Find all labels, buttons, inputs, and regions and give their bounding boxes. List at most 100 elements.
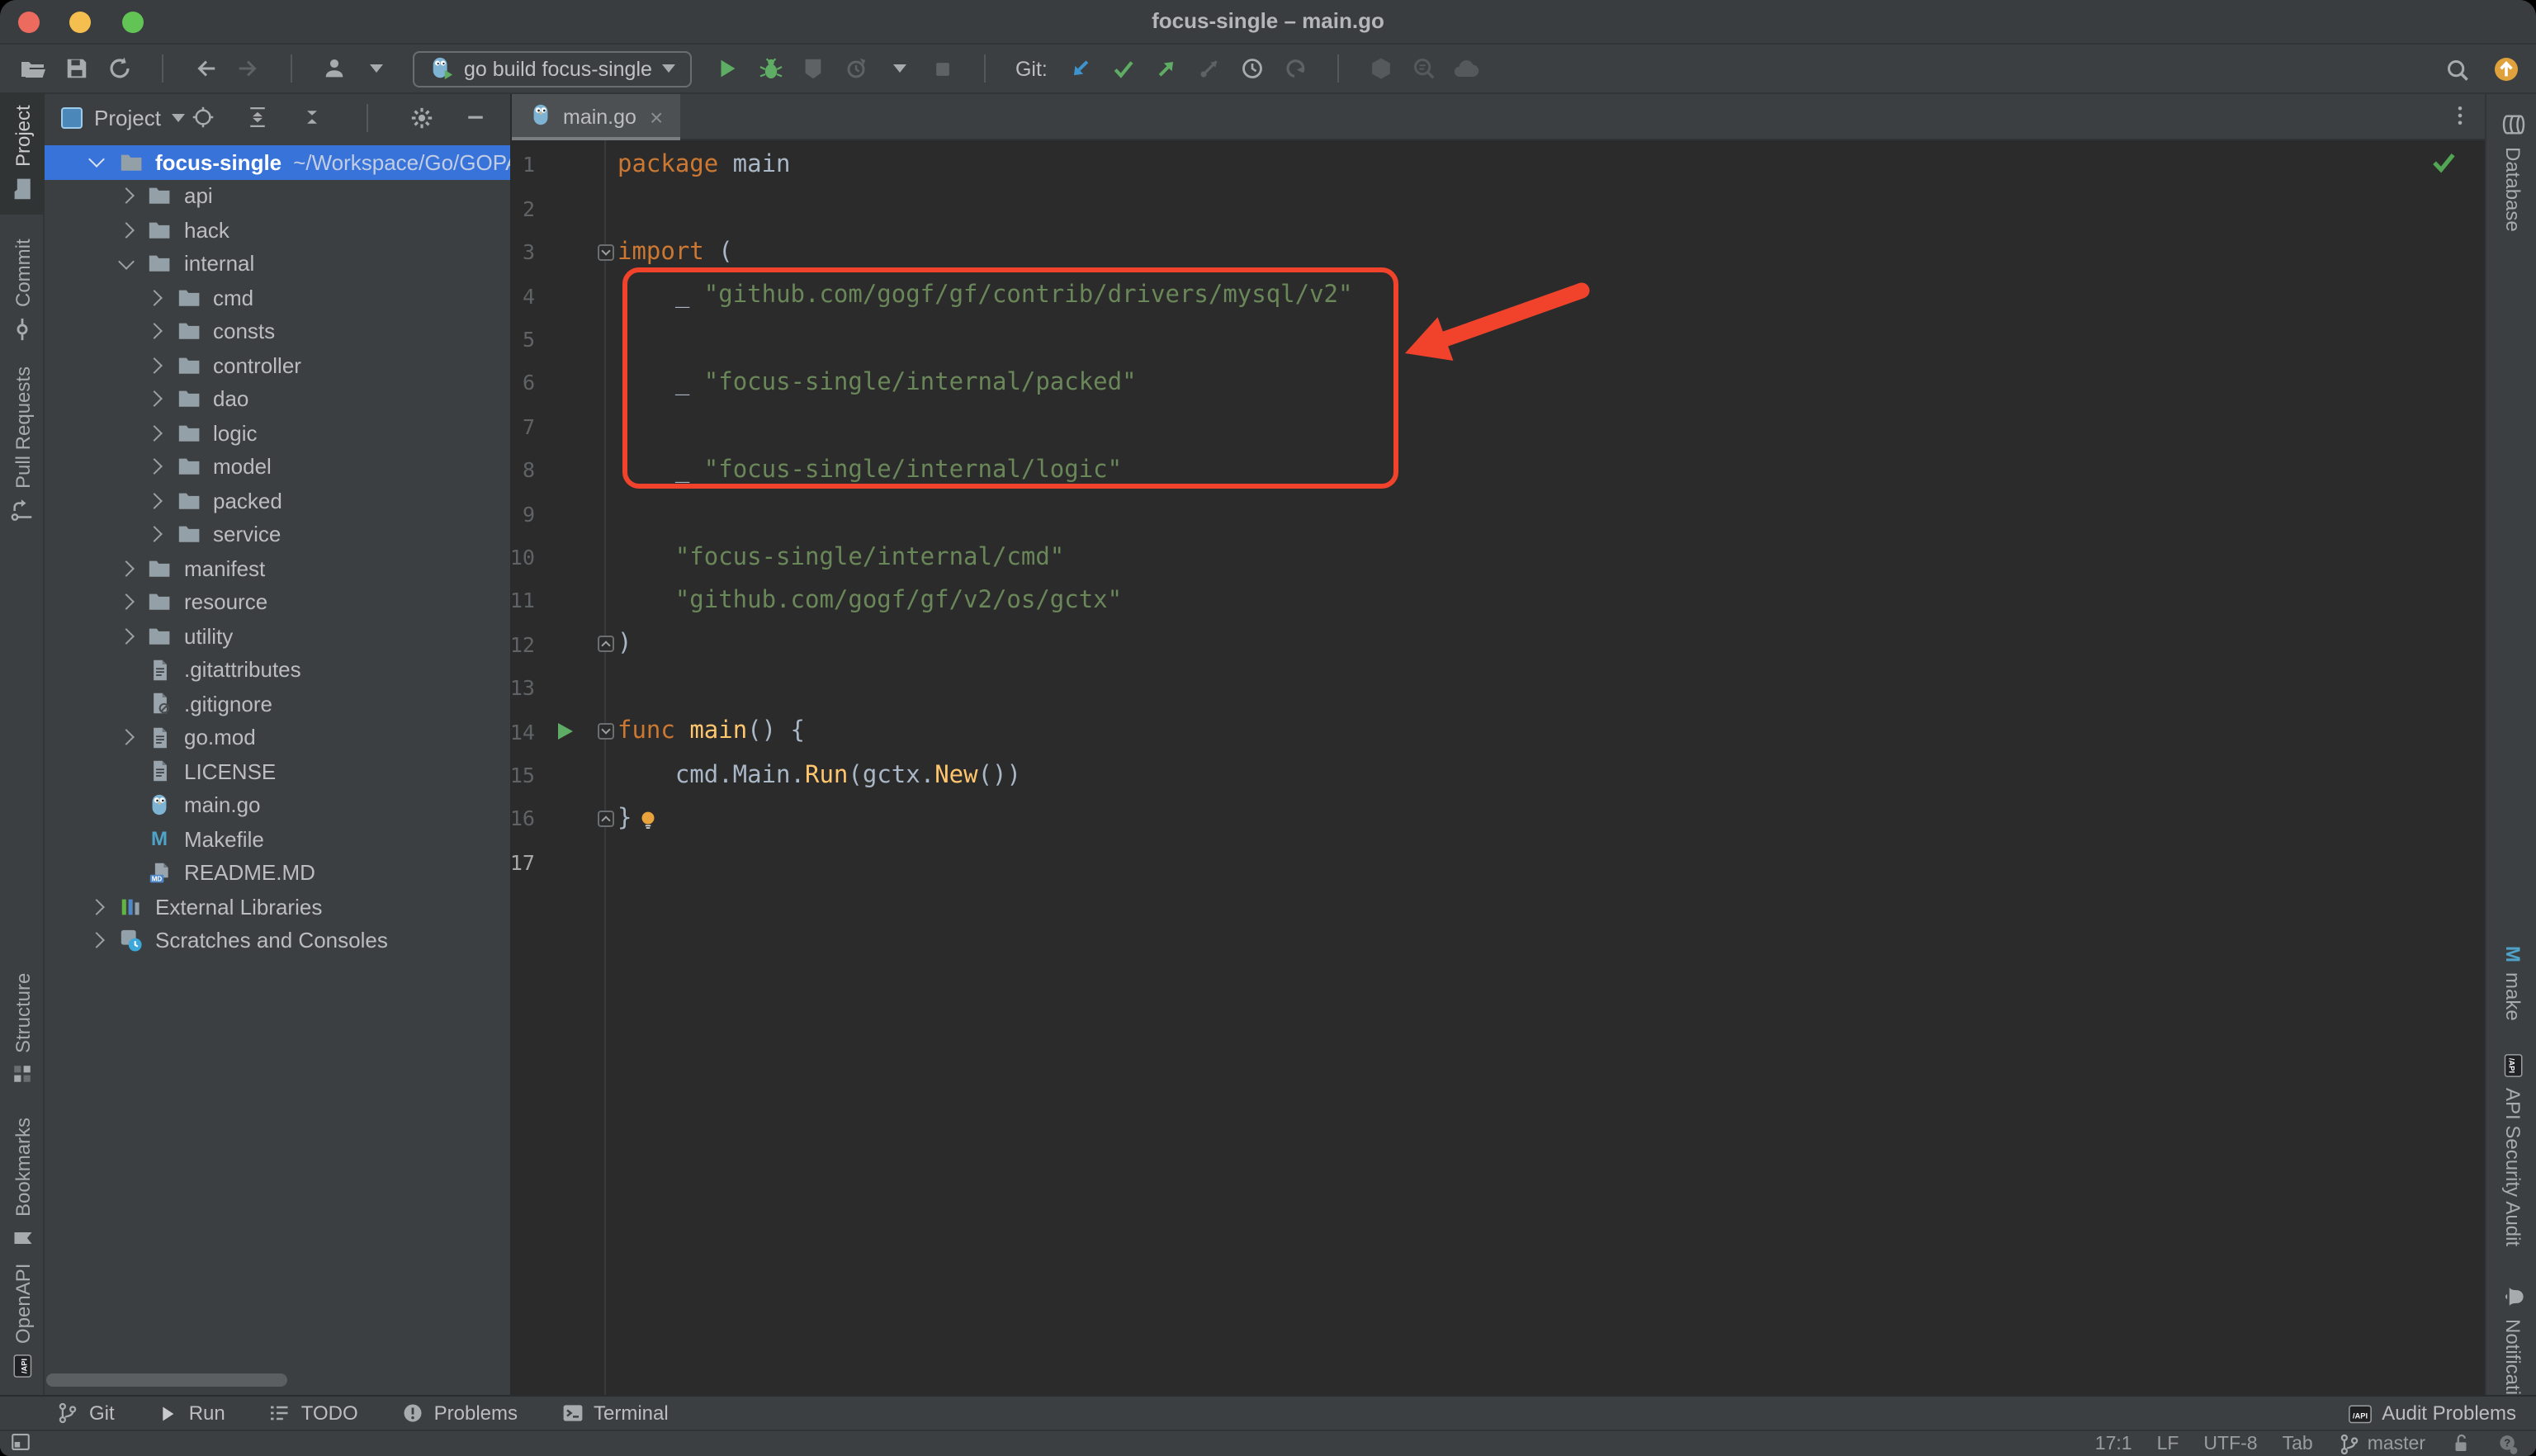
line-number[interactable]: 17 (505, 850, 535, 875)
line-number[interactable]: 2 (505, 196, 535, 221)
line-number[interactable]: 14 (505, 719, 535, 744)
code-line-1[interactable]: 1package main (512, 144, 2485, 187)
inspection-ok-check-icon[interactable] (2430, 149, 2457, 183)
chevron-right-icon[interactable] (117, 628, 134, 645)
hide-icon[interactable] (456, 99, 495, 135)
line-number[interactable]: 9 (505, 501, 535, 526)
user-icon[interactable] (314, 50, 353, 87)
line-number[interactable]: 1 (505, 153, 535, 177)
chevron-down-icon[interactable] (88, 152, 105, 168)
sync-icon[interactable] (99, 50, 139, 87)
chevron-right-icon[interactable] (146, 459, 163, 475)
chevron-right-icon[interactable] (117, 730, 134, 746)
editor-options-kebab-icon[interactable] (2448, 104, 2472, 135)
status-indent-style[interactable]: Tab (2283, 1434, 2313, 1454)
chevron-right-icon[interactable] (146, 425, 163, 442)
fold-marker-icon[interactable] (598, 811, 614, 827)
tool-window-bar-git[interactable]: Git (56, 1402, 115, 1425)
coverage-icon[interactable] (794, 50, 834, 87)
tool-window-bar-run[interactable]: Run (158, 1402, 225, 1425)
tool-window-button-database[interactable]: Database (2491, 99, 2536, 245)
line-number[interactable]: 15 (505, 763, 535, 787)
line-number[interactable]: 8 (505, 458, 535, 483)
chevron-right-icon[interactable] (146, 527, 163, 543)
tree-item-logic[interactable]: logic (45, 416, 512, 450)
gear-icon[interactable] (401, 99, 441, 135)
tree-item-focus-single[interactable]: focus-single~/Workspace/Go/GOPAT (45, 145, 512, 179)
code-line-16[interactable]: 16} (512, 797, 2485, 841)
chevron-right-icon[interactable] (117, 560, 134, 577)
tool-window-bar-terminal[interactable]: Terminal (561, 1402, 669, 1425)
tree-item-hack[interactable]: hack (45, 213, 512, 247)
search-icon[interactable] (2437, 51, 2477, 87)
code-line-9[interactable]: 9 (512, 492, 2485, 536)
line-number[interactable]: 13 (505, 676, 535, 701)
caret-down-icon[interactable] (357, 50, 396, 87)
intention-bulb-icon[interactable] (637, 809, 659, 839)
line-number[interactable]: 7 (505, 414, 535, 439)
close-tab-icon[interactable]: × (650, 104, 663, 130)
caret-down-icon[interactable] (880, 50, 920, 87)
tool-window-button-project[interactable]: Project (0, 92, 45, 215)
tool-window-bar-todo[interactable]: TODO (268, 1402, 358, 1425)
cloud-icon[interactable] (1447, 50, 1487, 87)
tree-item-cmd[interactable]: cmd (45, 281, 512, 314)
status-git-branch[interactable]: master (2338, 1432, 2425, 1455)
line-number[interactable]: 6 (505, 371, 535, 395)
chevron-right-icon[interactable] (117, 222, 134, 239)
status-line-ending[interactable]: LF (2157, 1434, 2179, 1454)
chevron-right-icon[interactable] (117, 594, 134, 611)
tool-window-button-structure[interactable]: Structure (0, 960, 45, 1098)
tree-item-go.mod[interactable]: go.mod (45, 721, 512, 754)
chevron-right-icon[interactable] (146, 324, 163, 340)
git-history-icon[interactable] (1233, 50, 1272, 87)
git-push-icon[interactable] (1147, 50, 1186, 87)
project-tree-horizontal-scrollbar[interactable] (46, 1373, 287, 1387)
collapse-all-icon[interactable] (292, 99, 332, 135)
locate-icon[interactable] (183, 99, 223, 135)
line-number[interactable]: 16 (505, 806, 535, 831)
open-folder-icon[interactable] (13, 50, 53, 87)
line-number[interactable]: 10 (505, 545, 535, 570)
tool-window-button-openapi[interactable]: /APIOpenAPI (0, 1250, 45, 1392)
tab-main-go[interactable]: main.go × (512, 94, 679, 140)
git-update-icon[interactable] (1061, 50, 1100, 87)
tree-item-api[interactable]: api (45, 179, 512, 213)
git-cherry-icon[interactable] (1190, 50, 1229, 87)
expand-all-icon[interactable] (238, 99, 277, 135)
status-caret-position[interactable]: 17:1 (2095, 1434, 2132, 1454)
fold-marker-icon[interactable] (598, 636, 614, 653)
tree-item-license[interactable]: LICENSE (45, 754, 512, 788)
tree-item-scratches-and-consoles[interactable]: Scratches and Consoles (45, 924, 512, 957)
debug-icon[interactable] (751, 50, 791, 87)
code-area[interactable]: 1package main23import (4 _ "github.com/g… (512, 140, 2485, 1395)
tree-item-utility[interactable]: utility (45, 619, 512, 653)
status-hints-icon[interactable]: ? (2496, 1432, 2519, 1455)
status-file-encoding[interactable]: UTF-8 (2203, 1434, 2257, 1454)
chevron-right-icon[interactable] (146, 290, 163, 306)
forward-arrow-icon[interactable] (228, 50, 267, 87)
line-number[interactable]: 3 (505, 240, 535, 265)
tree-item-manifest[interactable]: manifest (45, 551, 512, 585)
code-line-2[interactable]: 2 (512, 187, 2485, 230)
tool-window-button-pull-requests[interactable]: Pull Requests (0, 353, 45, 537)
tool-window-button-api-security-audit[interactable]: /APIAPI Security Audit (2491, 1040, 2536, 1260)
tree-item-external-libraries[interactable]: External Libraries (45, 890, 512, 924)
stop-icon[interactable] (923, 50, 963, 87)
chevron-right-icon[interactable] (146, 493, 163, 509)
status-unlock-icon[interactable] (2450, 1433, 2472, 1454)
tool-window-button-make[interactable]: Mmake (2491, 933, 2536, 1034)
chevron-right-icon[interactable] (146, 357, 163, 374)
chevron-right-icon[interactable] (88, 933, 105, 949)
code-line-12[interactable]: 12) (512, 622, 2485, 666)
fold-marker-icon[interactable] (598, 723, 614, 740)
project-view-selector[interactable]: Project (94, 105, 161, 130)
ide-update-icon[interactable] (2486, 51, 2526, 87)
tree-item-makefile[interactable]: MMakefile (45, 822, 512, 856)
code-line-17[interactable]: 17 (512, 840, 2485, 884)
code-inspect-icon[interactable] (1404, 50, 1444, 87)
line-number[interactable]: 5 (505, 327, 535, 352)
back-arrow-icon[interactable] (185, 50, 225, 87)
run-main-gutter-icon[interactable] (558, 723, 573, 740)
code-line-14[interactable]: 14func main() { (512, 710, 2485, 754)
